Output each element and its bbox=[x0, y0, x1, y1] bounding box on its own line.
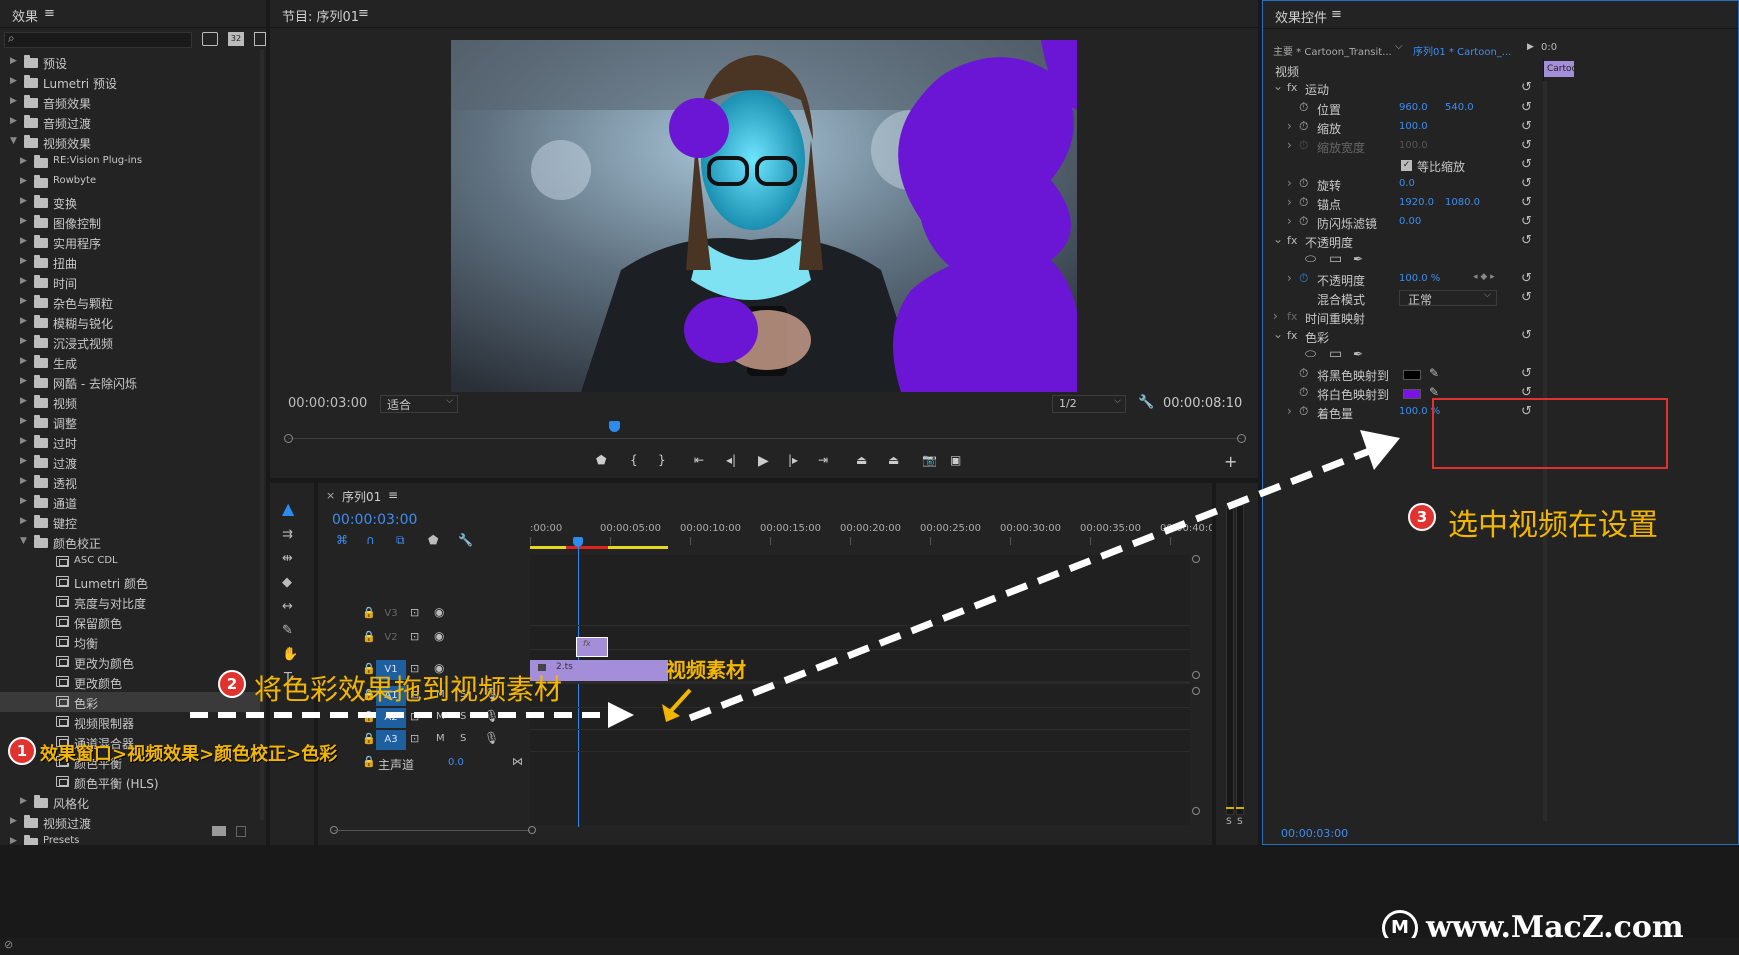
clip-pointer-line bbox=[668, 688, 692, 714]
settings-arrow-line bbox=[688, 446, 1374, 722]
annotation-arrows bbox=[190, 430, 1400, 728]
status-bar: ⊘ bbox=[0, 938, 1739, 955]
step3-text: 选中视频在设置 bbox=[1448, 508, 1658, 543]
step2-badge: 2 bbox=[218, 670, 246, 698]
status-icon: ⊘ bbox=[4, 938, 14, 951]
step2-text: 将色彩效果拖到视频素材 bbox=[254, 673, 563, 706]
step3-badge: 3 bbox=[1408, 503, 1436, 531]
drag-arrow-head bbox=[608, 702, 634, 728]
tint-highlight-box bbox=[1432, 398, 1668, 469]
step1-badge: 1 bbox=[8, 737, 36, 765]
clip-annotation-label: 视频素材 bbox=[666, 658, 746, 682]
step1-text: 效果窗口>视频效果>颜色校正>色彩 bbox=[40, 744, 338, 765]
